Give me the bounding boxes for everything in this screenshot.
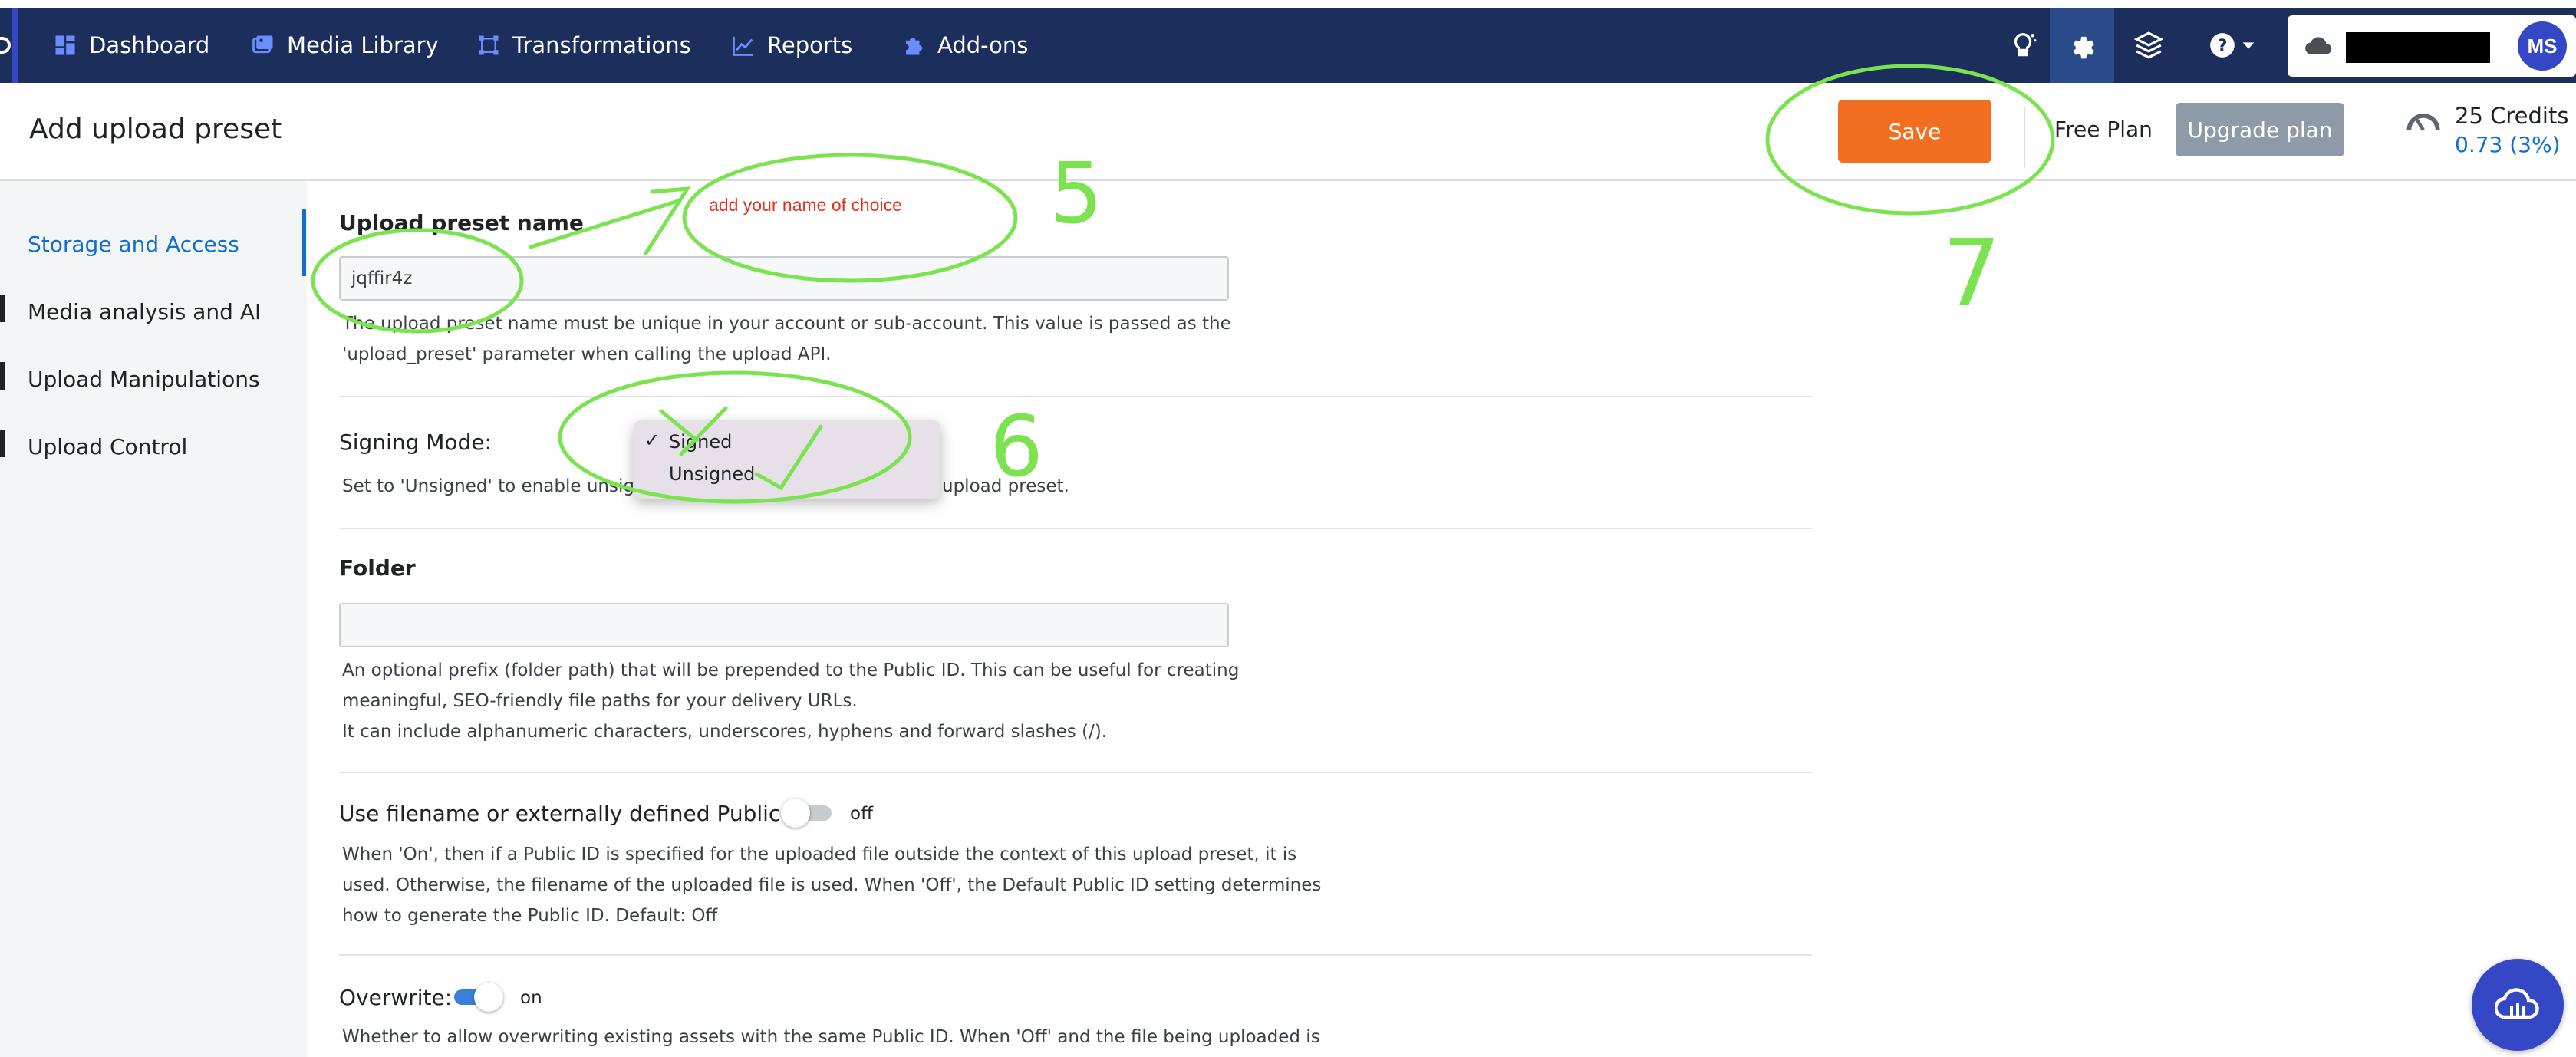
save-button[interactable]: Save: [1838, 100, 1991, 163]
use-filename-toggle[interactable]: [781, 798, 836, 828]
toggle-knob: [781, 799, 810, 828]
use-filename-label: Use filename or externally defined Publi…: [339, 801, 818, 826]
nav-item-label: Reports: [767, 32, 853, 58]
top-nav-bar: Dashboard Media Library Transformations …: [0, 8, 2576, 83]
help-line: meaningful, SEO-friendly file paths for …: [342, 691, 858, 711]
annotation-step-5: 5: [1049, 144, 1103, 242]
svg-text:?: ?: [2218, 36, 2228, 56]
option-unsigned[interactable]: Unsigned: [669, 463, 755, 485]
nav-item-label: Transformations: [512, 32, 691, 58]
dashboard-icon: [55, 35, 75, 55]
account-name-redacted: [2346, 32, 2490, 63]
help-line: how to generate the Public ID. Default: …: [342, 906, 718, 926]
puzzle-icon: [906, 38, 923, 55]
transformations-icon: [479, 35, 499, 55]
help-line: It can include alphanumeric characters, …: [342, 722, 1108, 742]
help-icon[interactable]: ?: [2203, 26, 2242, 64]
use-filename-state: off: [850, 804, 873, 824]
section-divider: [339, 772, 1812, 773]
lightbulb-icon[interactable]: [2004, 26, 2042, 64]
nav-item-add-ons[interactable]: Add-ons: [902, 8, 1028, 83]
nav-edge-accent: [12, 8, 18, 83]
preset-name-label: Upload preset name: [339, 210, 584, 235]
account-switcher[interactable]: MS: [2288, 15, 2576, 77]
section-divider: [339, 954, 1812, 956]
header-divider: [2024, 107, 2025, 167]
sidebar-item-media-analysis[interactable]: Media analysis and AI: [28, 299, 261, 324]
nav-item-dashboard[interactable]: Dashboard: [54, 8, 209, 83]
chevron-down-icon[interactable]: [2237, 26, 2260, 64]
sidebar-item-marker: [0, 295, 5, 322]
nav-item-label: Dashboard: [89, 32, 210, 58]
option-signed[interactable]: Signed: [669, 431, 732, 453]
nav-item-reports[interactable]: Reports: [732, 8, 852, 83]
sidebar-item-marker: [0, 430, 5, 457]
sidebar-item-marker: [0, 362, 5, 390]
nav-item-label: Add-ons: [937, 32, 1029, 58]
help-line: An optional prefix (folder path) that wi…: [342, 660, 1240, 680]
help-line: The upload preset name must be unique in…: [342, 314, 1231, 334]
page-title: Add upload preset: [29, 114, 282, 145]
sidebar-item-upload-control[interactable]: Upload Control: [28, 434, 187, 459]
avatar[interactable]: MS: [2518, 21, 2567, 71]
help-line: 'upload_preset' parameter when calling t…: [342, 344, 832, 364]
annotation-step-7: 7: [1942, 221, 2001, 328]
upgrade-plan-button[interactable]: Upgrade plan: [2176, 103, 2344, 156]
signing-mode-help-right: upload preset.: [942, 476, 1069, 496]
signing-mode-dropdown[interactable]: ✓ Signed Unsigned: [634, 420, 940, 499]
folder-label: Folder: [339, 555, 416, 581]
gear-icon[interactable]: [2064, 26, 2102, 64]
section-divider: [339, 396, 1812, 397]
reports-icon: [733, 36, 753, 56]
preset-name-help: The upload preset name must be unique in…: [342, 308, 1231, 370]
credits-gauge-icon: [2406, 114, 2440, 131]
settings-sidebar: Storage and Access Media analysis and AI…: [0, 181, 307, 1057]
sidebar-active-indicator: [302, 209, 306, 276]
overwrite-state: on: [520, 988, 542, 1008]
overwrite-label: Overwrite:: [339, 985, 453, 1010]
support-chat-button[interactable]: [2472, 959, 2564, 1051]
cloudinary-logo-icon[interactable]: [0, 37, 11, 54]
header-divider-line: [0, 179, 2576, 181]
folder-input[interactable]: [339, 603, 1229, 647]
preset-name-input[interactable]: jqffir4z: [339, 256, 1229, 301]
folder-help: An optional prefix (folder path) that wi…: [342, 655, 1239, 747]
credits-label: 25 Credits: [2455, 103, 2569, 129]
help-line: used. Otherwise, the filename of the upl…: [342, 875, 1322, 895]
overwrite-help: Whether to allow overwriting existing as…: [342, 1027, 1320, 1047]
overwrite-toggle[interactable]: [450, 982, 505, 1013]
section-divider: [339, 528, 1812, 529]
cloud-upload-icon: [2495, 988, 2539, 1019]
checkmark-icon: ✓: [644, 430, 660, 451]
sidebar-item-storage-and-access[interactable]: Storage and Access: [28, 232, 239, 257]
nav-item-transformations[interactable]: Transformations: [477, 8, 691, 83]
nav-item-label: Media Library: [287, 32, 439, 58]
media-library-icon: [252, 35, 273, 54]
sidebar-item-upload-manipulations[interactable]: Upload Manipulations: [28, 367, 260, 392]
help-line: When 'On', then if a Public ID is specif…: [342, 845, 1297, 864]
cloud-icon: [2305, 37, 2332, 54]
nav-item-media-library[interactable]: Media Library: [252, 8, 439, 83]
use-filename-help: When 'On', then if a Public ID is specif…: [342, 839, 1321, 931]
signing-mode-help-left: Set to 'Unsigned' to enable unsign: [342, 476, 646, 496]
signing-mode-label: Signing Mode:: [339, 430, 492, 455]
credits-usage[interactable]: 0.73 (3%): [2455, 132, 2561, 157]
toggle-knob: [474, 983, 503, 1012]
layers-icon[interactable]: [2130, 26, 2168, 64]
plan-label: Free Plan: [2054, 117, 2153, 142]
annotation-note: add your name of choice: [709, 195, 902, 215]
